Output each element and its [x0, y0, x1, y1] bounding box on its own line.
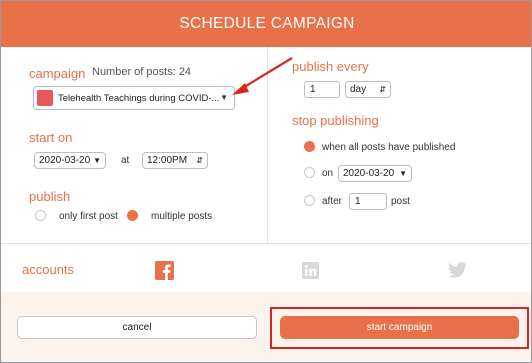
cancel-button[interactable]: cancel	[17, 316, 257, 339]
schedule-campaign-modal: SCHEDULE CAMPAIGN campaign Number of pos…	[0, 0, 532, 363]
radio-when-all-published[interactable]	[304, 141, 315, 152]
stepper-icon: ⇵	[196, 156, 203, 165]
at-label: at	[121, 155, 130, 166]
campaign-color-swatch	[37, 90, 53, 106]
chevron-down-icon: ▼	[399, 169, 407, 178]
annotation-highlight-box	[270, 307, 529, 349]
facebook-icon[interactable]	[155, 261, 174, 280]
start-on-label: start on	[29, 130, 73, 145]
posts-count: Number of posts: 24	[92, 66, 192, 78]
stop-on-label: on	[322, 168, 334, 179]
only-first-post-label: only first post	[59, 211, 118, 222]
publish-every-input[interactable]: 1	[304, 81, 340, 98]
publish-label: publish	[29, 189, 71, 204]
multiple-posts-label: multiple posts	[151, 211, 213, 222]
stop-after-label: after	[322, 196, 343, 207]
chevron-down-icon: ▼	[93, 156, 101, 165]
start-time-value: 12:00PM	[147, 155, 188, 166]
post-suffix-label: post	[391, 196, 410, 207]
radio-only-first-post[interactable]	[35, 210, 46, 221]
radio-multiple-posts[interactable]	[127, 210, 138, 221]
twitter-icon[interactable]	[448, 262, 467, 278]
publish-every-unit-value: day	[350, 84, 367, 95]
radio-stop-on-date[interactable]	[304, 167, 315, 178]
stepper-icon: ⇵	[379, 85, 386, 94]
radio-stop-after[interactable]	[304, 195, 315, 206]
accounts-label: accounts	[22, 262, 75, 277]
campaign-select[interactable]: Telehealth Teachings during COVID-... ▼	[33, 86, 235, 110]
stop-publishing-label: stop publishing	[292, 113, 379, 128]
stop-date-value: 2020-03-20	[343, 168, 395, 179]
annotation-arrow	[232, 57, 293, 95]
when-all-published-label: when all posts have published	[322, 142, 456, 153]
stop-after-value: 1	[355, 196, 361, 207]
start-date-select[interactable]: 2020-03-20 ▼	[34, 152, 106, 169]
start-time-select[interactable]: 12:00PM ⇵	[142, 152, 208, 169]
stop-after-input[interactable]: 1	[349, 193, 387, 210]
publish-every-value: 1	[310, 84, 316, 95]
publish-every-unit-select[interactable]: day ⇵	[345, 81, 391, 98]
start-date-value: 2020-03-20	[39, 155, 91, 166]
campaign-select-value: Telehealth Teachings during COVID-...	[58, 92, 220, 104]
linkedin-icon[interactable]	[302, 262, 319, 279]
stop-date-select[interactable]: 2020-03-20 ▼	[338, 165, 412, 182]
publish-every-label: publish every	[292, 59, 369, 74]
modal-title: SCHEDULE CAMPAIGN	[1, 1, 531, 47]
campaign-label: campaign	[29, 66, 86, 81]
